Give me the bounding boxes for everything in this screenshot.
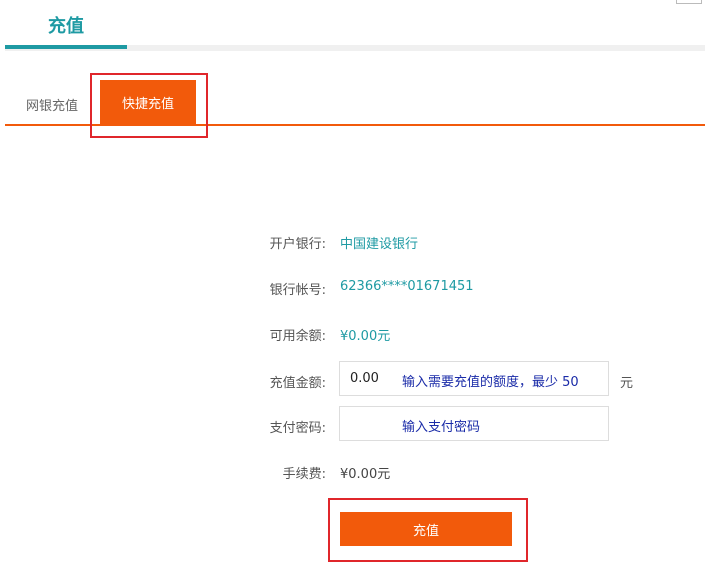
fee-value: ¥0.00元: [340, 467, 391, 482]
window-corner-mark: [676, 0, 702, 4]
balance-value: ¥0.00元: [340, 329, 391, 344]
amount-unit: 元: [620, 376, 634, 391]
password-input[interactable]: 输入支付密码: [339, 406, 609, 441]
tab-quick-recharge-label: 快捷充值: [121, 96, 174, 112]
amount-input-hint: 输入需要充值的额度，最少 50: [402, 375, 579, 390]
amount-input[interactable]: 0.00 输入需要充值的额度，最少 50: [339, 361, 609, 396]
bank-label: 开户银行:: [269, 237, 326, 252]
balance-label: 可用余额:: [269, 329, 326, 344]
account-value: 62366****01671451: [340, 279, 474, 294]
bank-value: 中国建设银行: [340, 237, 419, 252]
tab-divider: [5, 124, 705, 126]
amount-input-value: 0.00: [350, 371, 379, 386]
recharge-submit-label: 充值: [412, 523, 439, 539]
tab-quick-recharge[interactable]: 快捷充值: [100, 80, 196, 124]
amount-label: 充值金额:: [269, 376, 326, 391]
title-underline-active: [5, 45, 127, 49]
title-underline: [5, 45, 705, 51]
page-title: 充值: [48, 16, 84, 37]
recharge-submit-button[interactable]: 充值: [340, 512, 512, 546]
password-label: 支付密码:: [269, 421, 326, 436]
tab-netbank-recharge[interactable]: 网银充值: [26, 95, 78, 114]
password-input-hint: 输入支付密码: [402, 420, 481, 435]
account-label: 银行帐号:: [269, 283, 326, 298]
fee-label: 手续费:: [282, 467, 326, 482]
